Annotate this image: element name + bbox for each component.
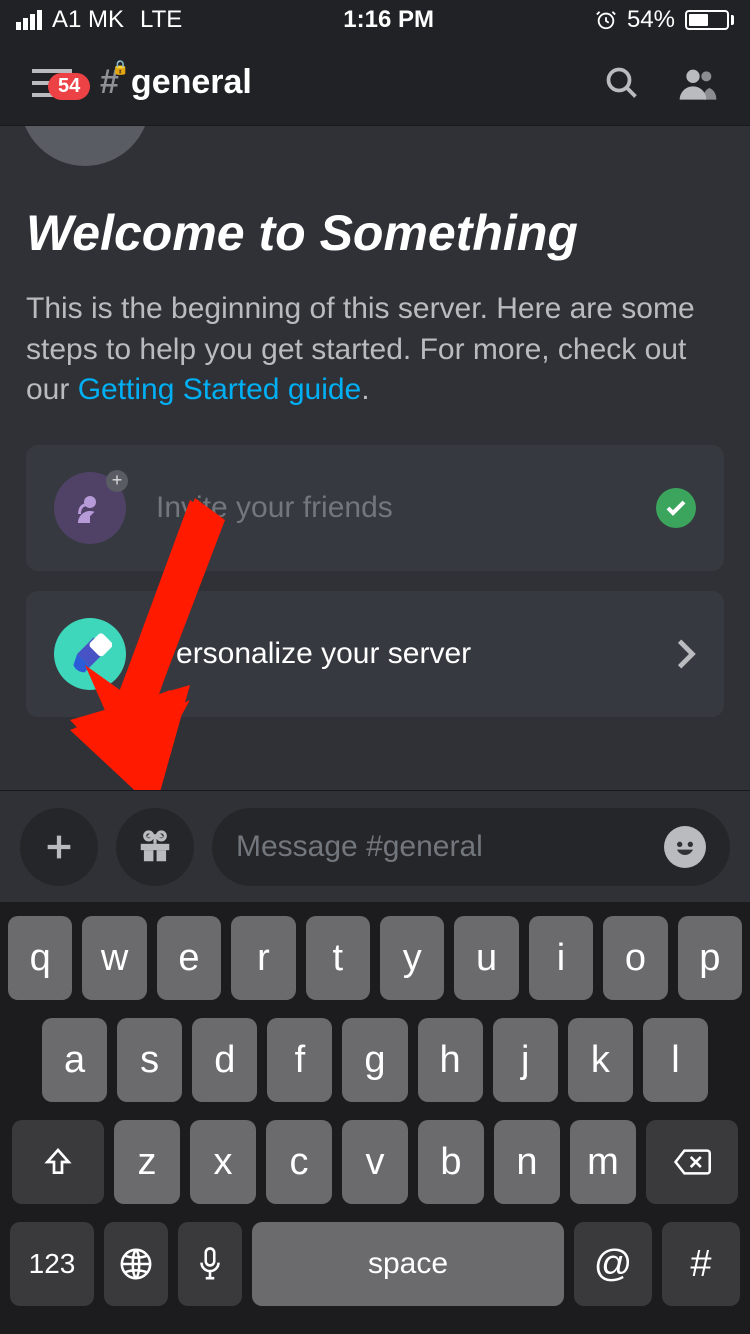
key-j[interactable]: j [493,1018,558,1102]
invite-icon: + [54,472,126,544]
key-u[interactable]: u [454,916,518,1000]
key-w[interactable]: w [82,916,146,1000]
key-h[interactable]: h [418,1018,483,1102]
keyboard-row-3: z x c v b n m [8,1120,742,1204]
emoji-button[interactable] [664,826,706,868]
status-bar: A1 MK LTE 1:16 PM 54% [0,0,750,40]
key-k[interactable]: k [568,1018,633,1102]
key-mic[interactable] [178,1222,242,1306]
app-bar: 54 #🔒 general [0,40,750,126]
carrier-label: A1 MK [52,6,124,34]
server-avatar [20,126,150,166]
key-shift[interactable] [12,1120,104,1204]
key-hash[interactable]: # [662,1222,740,1306]
key-v[interactable]: v [342,1120,408,1204]
key-t[interactable]: t [306,916,370,1000]
card-invite-label: Invite your friends [156,491,626,525]
message-input[interactable] [236,830,654,864]
plus-badge-icon: + [106,470,128,492]
intro-text-b: . [361,373,369,406]
key-d[interactable]: d [192,1018,257,1102]
key-f[interactable]: f [267,1018,332,1102]
composer-row [0,790,750,902]
key-q[interactable]: q [8,916,72,1000]
signal-icon [16,10,42,30]
members-button[interactable] [670,55,726,111]
card-personalize-server[interactable]: Personalize your server [26,591,724,717]
keyboard-row-1: q w e r t y u i o p [8,916,742,1000]
clock: 1:16 PM [343,6,434,34]
unread-badge: 54 [48,73,90,100]
key-y[interactable]: y [380,916,444,1000]
key-c[interactable]: c [266,1120,332,1204]
key-m[interactable]: m [570,1120,636,1204]
key-z[interactable]: z [114,1120,180,1204]
keyboard-row-4: 123 space @ # [8,1222,742,1306]
key-backspace[interactable] [646,1120,738,1204]
gift-button[interactable] [116,808,194,886]
key-numbers[interactable]: 123 [10,1222,94,1306]
key-p[interactable]: p [678,916,742,1000]
welcome-title: Welcome to Something [26,206,724,261]
key-l[interactable]: l [643,1018,708,1102]
brush-icon [54,618,126,690]
add-attachment-button[interactable] [20,808,98,886]
key-s[interactable]: s [117,1018,182,1102]
card-invite-friends[interactable]: + Invite your friends [26,445,724,571]
alarm-icon [595,9,617,31]
message-input-wrapper[interactable] [212,808,730,886]
lock-icon: 🔒 [111,59,128,76]
keyboard-row-2: a s d f g h j k l [8,1018,742,1102]
network-label: LTE [140,6,182,34]
key-globe[interactable] [104,1222,168,1306]
key-b[interactable]: b [418,1120,484,1204]
key-g[interactable]: g [342,1018,407,1102]
key-x[interactable]: x [190,1120,256,1204]
welcome-intro: This is the beginning of this server. He… [26,289,724,411]
key-space[interactable]: space [252,1222,564,1306]
getting-started-link[interactable]: Getting Started guide [78,373,362,406]
battery-pct: 54% [627,6,675,34]
channel-title[interactable]: #🔒 general [100,63,574,102]
key-o[interactable]: o [603,916,667,1000]
check-icon [656,488,696,528]
key-r[interactable]: r [231,916,295,1000]
hash-icon: #🔒 [100,63,119,102]
channel-name: general [131,63,252,102]
keyboard: q w e r t y u i o p a s d f g h j k l z … [0,902,750,1334]
search-button[interactable] [594,55,650,111]
key-i[interactable]: i [529,916,593,1000]
menu-button[interactable]: 54 [24,55,80,111]
key-n[interactable]: n [494,1120,560,1204]
key-e[interactable]: e [157,916,221,1000]
battery-icon [685,10,734,30]
chevron-right-icon [676,638,696,670]
key-a[interactable]: a [42,1018,107,1102]
key-at[interactable]: @ [574,1222,652,1306]
card-personalize-label: Personalize your server [156,637,646,671]
